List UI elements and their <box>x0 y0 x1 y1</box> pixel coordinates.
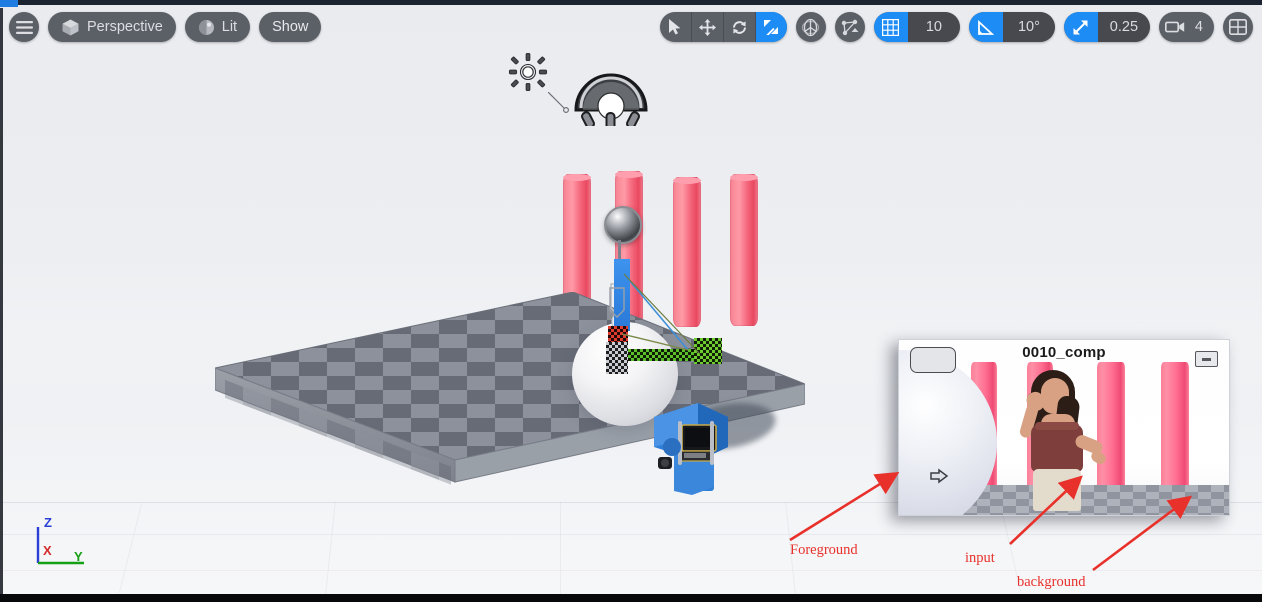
annotation-label-input: input <box>965 550 995 566</box>
perspective-label: Perspective <box>87 19 163 35</box>
viewport-toolbar-right: 10 10° 0.25 4 <box>659 12 1253 42</box>
sky-light-icon[interactable] <box>572 64 650 126</box>
viewport-3d[interactable]: Z X Y 0010_comp Foreground input backgro… <box>0 4 1262 594</box>
window-bottom-bar <box>0 594 1262 602</box>
show-menu-button[interactable]: Show <box>259 12 322 42</box>
cursor-arrow-icon[interactable] <box>660 12 692 42</box>
pip-pillar <box>1161 362 1189 492</box>
surface-snapping-icon[interactable] <box>834 12 865 42</box>
lighting-mode-button[interactable]: Lit <box>184 12 251 42</box>
minimize-icon[interactable] <box>1195 351 1218 367</box>
scale-snap-value[interactable]: 0.25 <box>1097 12 1150 42</box>
gizmo-bracket-icon <box>606 286 628 332</box>
active-tab-indicator <box>0 0 18 7</box>
lighting-mode-label: Lit <box>221 19 238 35</box>
light-handle <box>548 92 570 114</box>
camera-speed-value: 4 <box>1194 19 1203 35</box>
gizmo-link-lines <box>620 272 730 367</box>
annotation-label-background: background <box>1017 574 1086 590</box>
world-axis-globe-icon[interactable] <box>795 12 826 42</box>
viewport-layout-icon[interactable] <box>1223 12 1253 42</box>
annotation-arrow-background <box>1092 495 1193 572</box>
directional-light-icon[interactable] <box>508 52 548 92</box>
perspective-button[interactable]: Perspective <box>48 12 176 42</box>
move-arrows-icon[interactable] <box>692 12 724 42</box>
window-top-strip <box>0 0 1262 5</box>
axis-label-x: X <box>43 543 52 558</box>
grid-icon[interactable] <box>873 12 908 42</box>
viewport-left-edge <box>0 8 3 594</box>
camera-icon <box>1159 12 1191 42</box>
angle-icon[interactable] <box>968 12 1003 42</box>
hamburger-menu-icon[interactable] <box>9 12 39 42</box>
angle-snap-group: 10° <box>968 12 1055 42</box>
annotation-arrow-foreground <box>789 471 900 542</box>
scale-snap-group: 0.25 <box>1063 12 1150 42</box>
pip-toggle-button[interactable] <box>910 347 956 373</box>
scale-snap-arrow-icon[interactable] <box>1063 12 1098 42</box>
viewport-toolbar-left: Perspective Lit Show <box>9 12 322 42</box>
camera-speed-group[interactable]: 4 <box>1158 12 1214 42</box>
screenshot-root: Z X Y 0010_comp Foreground input backgro… <box>0 0 1262 602</box>
grid-line <box>0 570 1262 571</box>
axis-label-y: Y <box>74 549 83 564</box>
rotate-arrows-icon[interactable] <box>724 12 756 42</box>
sphere-shading-icon <box>198 19 215 36</box>
scale-arrows-icon[interactable] <box>755 12 787 42</box>
show-label: Show <box>272 19 309 35</box>
annotation-label-foreground: Foreground <box>790 542 858 558</box>
grid-snap-value[interactable]: 10 <box>907 12 960 42</box>
angle-snap-value[interactable]: 10° <box>1002 12 1055 42</box>
hand-cursor-icon <box>929 468 949 484</box>
grid-snap-group: 10 <box>873 12 960 42</box>
axis-orientation-widget: Z X Y <box>30 515 90 567</box>
axis-label-z: Z <box>44 515 52 530</box>
cine-camera[interactable] <box>652 395 730 495</box>
cube-icon <box>61 18 80 37</box>
transform-mode-group <box>659 12 787 42</box>
chrome-ball[interactable] <box>604 206 642 244</box>
grid-line <box>560 502 561 594</box>
